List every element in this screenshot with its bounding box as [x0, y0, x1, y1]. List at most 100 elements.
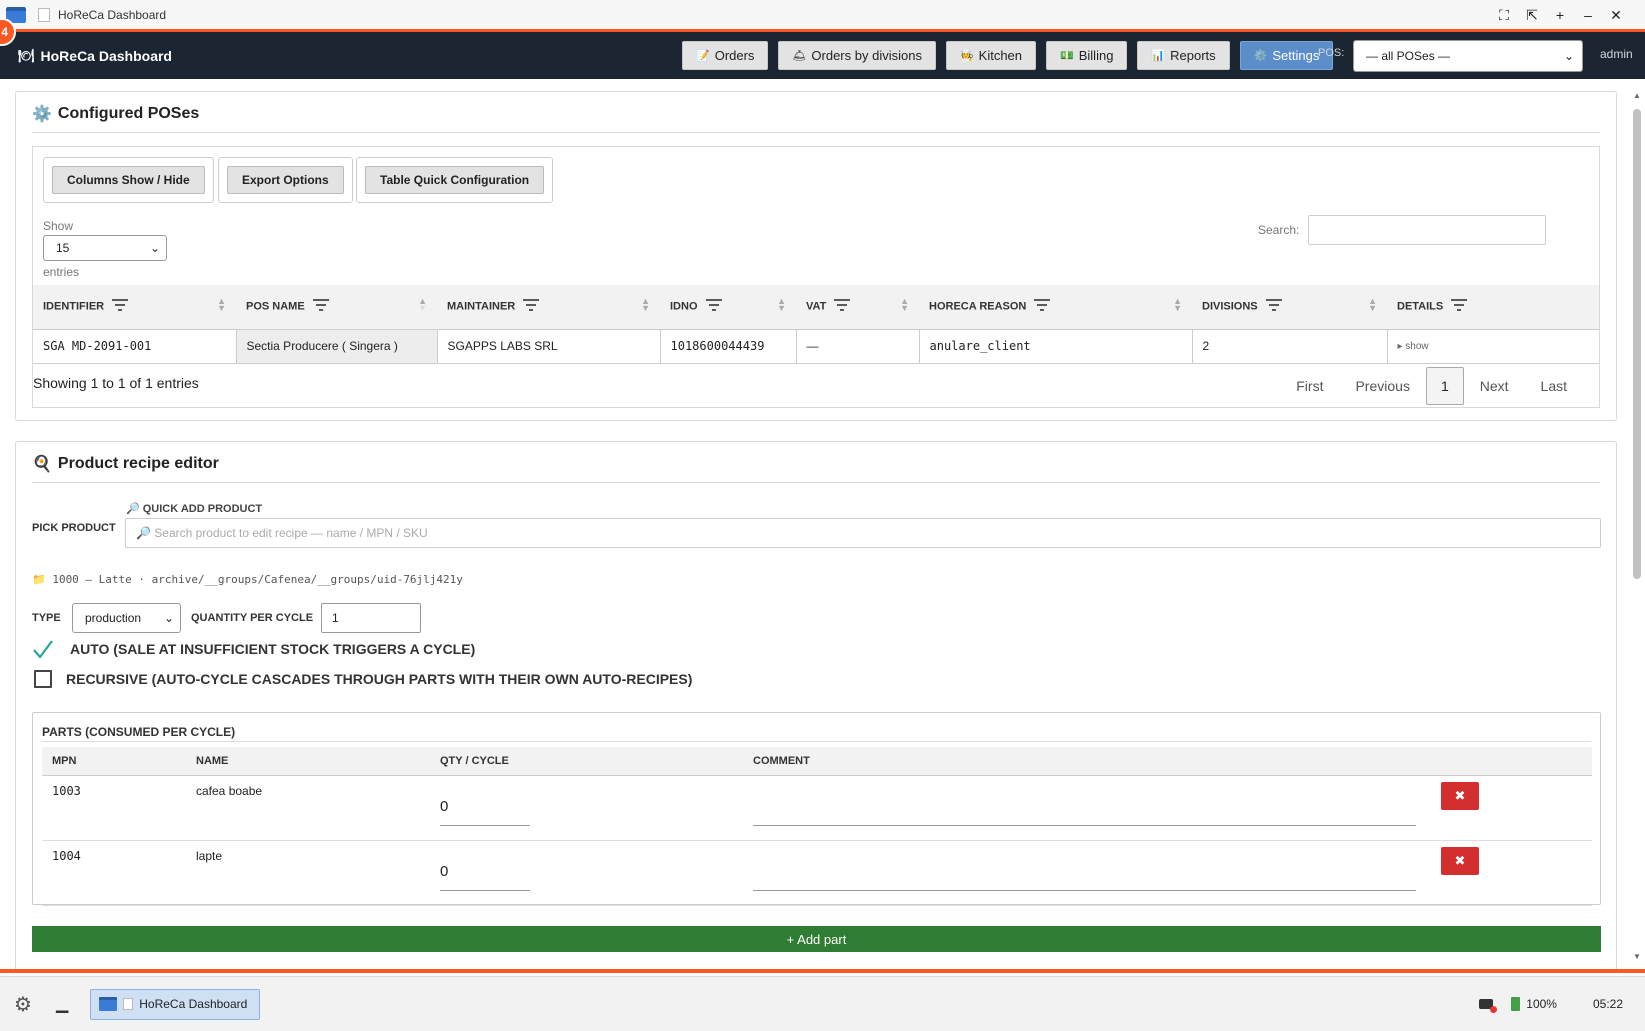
recipe-type-select[interactable]: production ⌄ [72, 603, 181, 633]
columns-show-hide-button[interactable]: Columns Show / Hide [52, 166, 205, 194]
delete-part-button[interactable]: ✖ [1441, 846, 1479, 875]
part-qty-input[interactable]: 0 [440, 784, 530, 826]
nav-orders-by-divisions-button[interactable]: 🛎 Orders by divisions [778, 41, 936, 70]
cell-vat: — [796, 329, 920, 364]
column-label: IDNO [670, 300, 698, 313]
part-comment-input[interactable] [753, 849, 1416, 891]
col-comment: COMMENT [743, 747, 1423, 776]
recursive-checkbox-row[interactable]: RECURSIVE (AUTO-CYCLE CASCADES THROUGH P… [32, 670, 692, 688]
sort-icon[interactable]: ▲ ▼ [900, 297, 909, 313]
col-maintainer[interactable]: MAINTAINER ▲ ▼ [437, 285, 660, 330]
part-comment-cell [743, 840, 1423, 906]
network-disconnected-icon[interactable] [1479, 999, 1498, 1013]
sort-icon[interactable]: ▲ ▼ [777, 297, 786, 313]
recursive-checkbox[interactable] [34, 670, 52, 688]
battery-indicator[interactable]: 100% [1511, 997, 1557, 1011]
sort-icon[interactable]: ▲ ▼ [418, 297, 427, 313]
sort-icon[interactable]: ▲ ▼ [641, 297, 650, 313]
checkmark-icon[interactable] [32, 638, 54, 660]
nav-kitchen-button[interactable]: 🧑‍🍳 Kitchen [945, 41, 1037, 70]
part-actions: ✖ [1423, 840, 1592, 906]
nav-orders-button[interactable]: 📝 Orders [682, 41, 769, 70]
filter-icon[interactable] [834, 299, 851, 314]
filter-icon[interactable] [1451, 299, 1468, 314]
taskbar: ⚙ ▁ HoReCa Dashboard 100% 05:22 [0, 976, 1645, 1031]
minimize-icon[interactable]: – [1581, 7, 1595, 24]
auto-checkbox-row[interactable]: AUTO (SALE AT INSUFFICIENT STOCK TRIGGER… [32, 638, 475, 660]
divider [32, 132, 1600, 133]
export-options-button[interactable]: Export Options [227, 166, 344, 194]
parts-section: PARTS (CONSUMED PER CYCLE) MPN NAME QTY … [32, 712, 1601, 906]
recipe-editor-title-text: Product recipe editor [57, 455, 219, 472]
table-quick-configuration-button[interactable]: Table Quick Configuration [365, 166, 545, 194]
configured-poses-title: ⚙️ Configured POSes [32, 104, 199, 124]
brand[interactable]: 🍽 HoReCa Dashboard [18, 48, 172, 64]
user-name[interactable]: admin [1600, 47, 1633, 61]
col-horeca-reason[interactable]: HORECA REASON ▲ ▼ [919, 285, 1192, 330]
product-search-input[interactable]: 🔎 Search product to edit recipe — name /… [125, 518, 1601, 548]
scroll-down-icon[interactable]: ▼ [1633, 952, 1641, 961]
quantity-per-cycle-input[interactable]: 1 [321, 603, 421, 633]
page-scrollbar[interactable]: ▲ ▼ [1631, 91, 1643, 961]
minimize-all-icon[interactable]: ▁ [56, 994, 68, 1014]
nav-label: Settings [1272, 48, 1320, 63]
col-identifier[interactable]: IDENTIFIER ▲ ▼ [33, 285, 236, 330]
nav-label: Reports [1170, 48, 1216, 63]
filter-icon[interactable] [1034, 299, 1051, 314]
restore-icon[interactable]: ⇱ [1525, 7, 1539, 24]
pos-filter-select[interactable]: — all POSes — ⌄ [1353, 40, 1583, 72]
search-input[interactable] [1308, 215, 1546, 245]
details-show-toggle[interactable]: ▸ show [1387, 329, 1599, 364]
document-icon [123, 998, 134, 1010]
scrollbar-thumb[interactable] [1633, 109, 1641, 579]
col-pos-name[interactable]: POS NAME ▲ ▼ [236, 285, 437, 330]
show-label: Show [43, 219, 74, 233]
chevron-down-icon: ⌄ [1563, 49, 1574, 63]
filter-icon[interactable] [523, 299, 540, 314]
filter-icon[interactable] [112, 299, 129, 314]
sort-icon[interactable]: ▲ ▼ [1368, 297, 1377, 313]
filter-icon[interactable] [312, 299, 329, 314]
col-details[interactable]: DETAILS [1387, 285, 1599, 330]
scroll-up-icon[interactable]: ▲ [1633, 91, 1641, 100]
nav-label: Orders by divisions [811, 48, 922, 63]
configured-poses-title-text: Configured POSes [57, 105, 200, 122]
add-part-button[interactable]: + Add part [32, 926, 1601, 952]
plate-icon: 🍽 [18, 47, 35, 63]
page-previous-button[interactable]: Previous [1339, 367, 1425, 405]
poses-table: IDENTIFIER ▲ ▼ POS NAME ▲ ▼ MAINTAINER ▲ ▼ IDNO ▲ ▼… [33, 285, 1599, 364]
sort-icon[interactable]: ▲ ▼ [1173, 297, 1182, 313]
col-idno[interactable]: IDNO ▲ ▼ [660, 285, 796, 330]
new-window-icon[interactable]: + [1553, 7, 1567, 24]
page-length-select[interactable]: 15 ⌄ [43, 235, 167, 261]
sort-icon[interactable]: ▲ ▼ [217, 297, 226, 313]
part-comment-input[interactable] [753, 784, 1416, 826]
col-divisions[interactable]: DIVISIONS ▲ ▼ [1192, 285, 1387, 330]
part-name: lapte [186, 840, 430, 906]
page-first-button[interactable]: First [1280, 367, 1339, 405]
fullscreen-icon[interactable]: ⛶ [1497, 7, 1511, 24]
nav-icon: 🧑‍🍳 [959, 50, 974, 62]
nav-reports-button[interactable]: 📊 Reports [1137, 41, 1230, 70]
table-row[interactable]: SGA MD-2091-001 Sectia Producere ( Singe… [33, 329, 1599, 364]
page-last-button[interactable]: Last [1525, 367, 1583, 405]
clock[interactable]: 05:22 [1593, 997, 1623, 1011]
delete-part-button[interactable]: ✖ [1441, 781, 1479, 810]
cell-identifier: SGA MD-2091-001 [33, 329, 237, 364]
page-current-button[interactable]: 1 [1425, 367, 1464, 405]
quantity-per-cycle-label: QUANTITY PER CYCLE [191, 612, 314, 624]
cell-maintainer: SGAPPS LABS SRL [437, 329, 661, 364]
close-icon[interactable]: ✕ [1609, 7, 1623, 24]
taskbar-window-button[interactable]: HoReCa Dashboard [90, 988, 261, 1020]
recipe-editor-title: 🍳 Product recipe editor [32, 454, 219, 474]
part-qty-input[interactable]: 0 [440, 849, 530, 891]
nav-billing-button[interactable]: 💵 Billing [1046, 41, 1128, 70]
col-vat[interactable]: VAT ▲ ▼ [796, 285, 919, 330]
filter-icon[interactable] [1265, 299, 1282, 314]
export-group: Export Options [218, 157, 353, 203]
part-qty-cell: 0 [430, 840, 743, 906]
settings-gear-icon[interactable]: ⚙ [14, 992, 32, 1017]
filter-icon[interactable] [705, 299, 722, 314]
page-next-button[interactable]: Next [1464, 367, 1525, 405]
part-row: 1004 lapte 0 ✖ [42, 840, 1592, 906]
